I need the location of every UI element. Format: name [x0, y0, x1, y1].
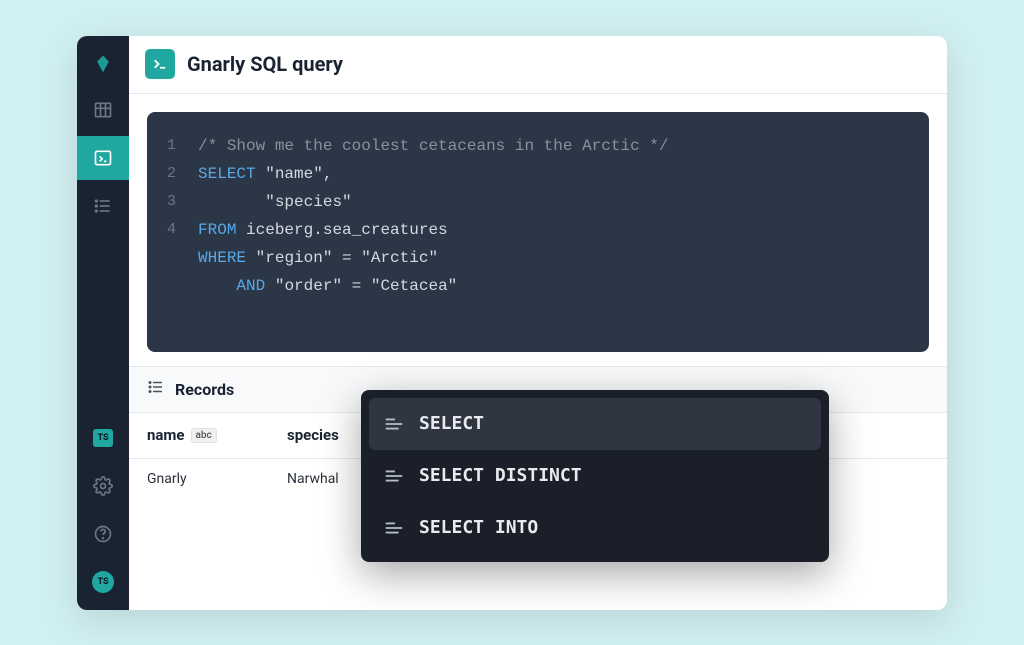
autocomplete-label: SELECT	[419, 413, 484, 434]
ts-badge-icon: TS	[93, 429, 113, 447]
sidebar-item-settings[interactable]	[77, 464, 129, 508]
page-title: Gnarly SQL query	[187, 52, 343, 76]
autocomplete-label: SELECT DISTINCT	[419, 465, 582, 486]
app-frame: TS TS Gnarly SQL query 1 2 3 4	[77, 36, 947, 610]
sql-editor[interactable]: 1 2 3 4 /* Show me the coolest cetaceans…	[147, 112, 929, 352]
type-badge: abc	[191, 428, 217, 443]
sidebar-item-help[interactable]	[77, 512, 129, 556]
sidebar-item-table[interactable]	[77, 88, 129, 132]
sidebar: TS TS	[77, 36, 129, 610]
autocomplete-popup: SELECT SELECT DISTINCT SELECT INTO	[361, 390, 829, 562]
autocomplete-item[interactable]: SELECT	[369, 398, 821, 450]
autocomplete-label: SELECT INTO	[419, 517, 538, 538]
autocomplete-item[interactable]: SELECT INTO	[369, 502, 821, 554]
logo-icon[interactable]	[77, 44, 129, 84]
snippet-icon	[383, 517, 405, 539]
page-header: Gnarly SQL query	[129, 36, 947, 94]
list-icon	[147, 378, 165, 400]
column-header-name[interactable]: name abc	[129, 426, 269, 444]
results-title: Records	[175, 380, 234, 399]
avatar-icon: TS	[92, 571, 114, 593]
autocomplete-item[interactable]: SELECT DISTINCT	[369, 450, 821, 502]
editor-container: 1 2 3 4 /* Show me the coolest cetaceans…	[129, 94, 947, 352]
query-icon	[145, 49, 175, 79]
sidebar-item-ts[interactable]: TS	[77, 416, 129, 460]
snippet-icon	[383, 413, 405, 435]
sidebar-item-list[interactable]	[77, 184, 129, 228]
sidebar-item-avatar[interactable]: TS	[77, 560, 129, 604]
line-gutter: 1 2 3 4	[167, 132, 198, 300]
snippet-icon	[383, 465, 405, 487]
code-area[interactable]: /* Show me the coolest cetaceans in the …	[198, 132, 668, 300]
sidebar-item-query[interactable]	[77, 136, 129, 180]
cell-name: Gnarly	[129, 471, 269, 487]
